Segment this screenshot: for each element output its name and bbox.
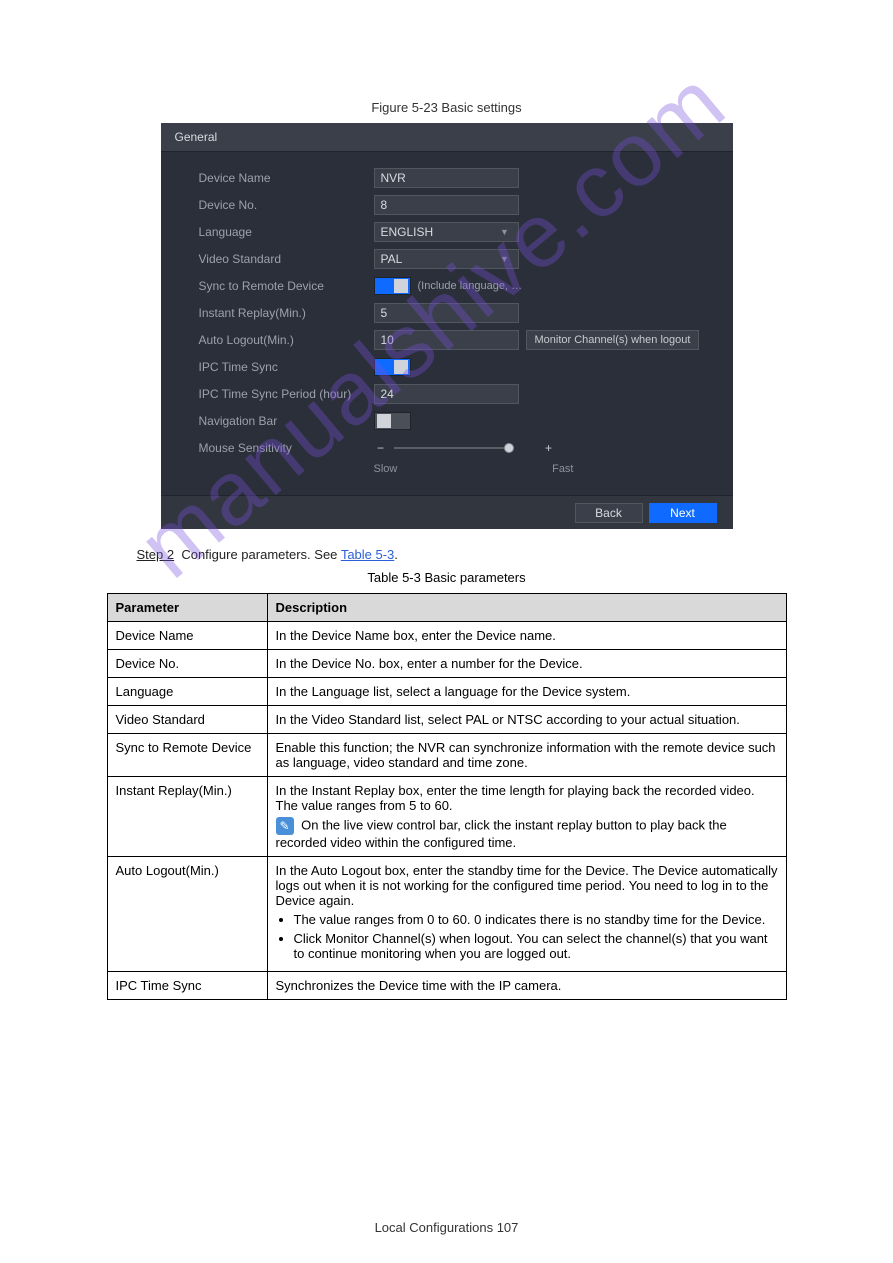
table-row: Device Name In the Device Name box, ente… [107,622,786,650]
minus-icon[interactable]: − [374,441,388,455]
plus-icon[interactable]: + [542,441,556,455]
input-auto-logout[interactable]: 10 [374,330,519,350]
toggle-sync-remote[interactable] [374,277,411,295]
panel-body: Device Name NVR Device No. 8 Language EN… [161,152,733,495]
label-ipc-time-sync-period: IPC Time Sync Period (hour) [199,387,374,401]
chevron-down-icon: ▼ [498,254,512,264]
slider-label-fast: Fast [552,463,573,475]
note-icon: ✎ [276,817,294,835]
input-instant-replay[interactable]: 5 [374,303,519,323]
table-row: IPC Time Sync Synchronizes the Device ti… [107,972,786,1000]
label-device-no: Device No. [199,198,374,212]
input-device-name[interactable]: NVR [374,168,519,188]
label-instant-replay: Instant Replay(Min.) [199,306,374,320]
select-video-standard[interactable]: PAL ▼ [374,249,519,269]
label-ipc-time-sync: IPC Time Sync [199,360,374,374]
input-ipc-time-sync-period[interactable]: 24 [374,384,519,404]
select-language[interactable]: ENGLISH ▼ [374,222,519,242]
table-caption: Table 5-3 Basic parameters [0,570,893,585]
label-sync-remote: Sync to Remote Device [199,279,374,293]
table-row: Auto Logout(Min.) In the Auto Logout box… [107,857,786,972]
panel-footer: Back Next [161,495,733,529]
page-footer: Local Configurations 107 [0,1220,893,1235]
table-row: Language In the Language list, select a … [107,678,786,706]
label-video-standard: Video Standard [199,252,374,266]
table-row: Device No. In the Device No. box, enter … [107,650,786,678]
nvr-general-panel: General Device Name NVR Device No. 8 Lan… [161,123,733,529]
label-mouse-sensitivity: Mouse Sensitivity [199,441,374,455]
basic-parameters-table: Parameter Description Device Name In the… [107,593,787,1000]
slider-label-slow: Slow [374,463,398,475]
toggle-ipc-time-sync[interactable] [374,358,411,376]
step-2-caption: Step 2 Configure parameters. See Table 5… [137,547,757,562]
table-5-3-link[interactable]: Table 5-3 [341,547,394,562]
th-description: Description [267,594,786,622]
label-auto-logout: Auto Logout(Min.) [199,333,374,347]
toggle-navigation-bar[interactable] [374,412,411,430]
figure-caption: Figure 5-23 Basic settings [0,100,893,115]
hint-sync-remote: (Include language, … [418,280,523,292]
monitor-channels-button[interactable]: Monitor Channel(s) when logout [526,330,700,350]
input-device-no[interactable]: 8 [374,195,519,215]
back-button[interactable]: Back [575,503,643,523]
table-row: Instant Replay(Min.) In the Instant Repl… [107,777,786,857]
table-row: Sync to Remote Device Enable this functi… [107,734,786,777]
label-device-name: Device Name [199,171,374,185]
table-row: Video Standard In the Video Standard lis… [107,706,786,734]
label-navigation-bar: Navigation Bar [199,414,374,428]
next-button[interactable]: Next [649,503,717,523]
slider-mouse-sensitivity[interactable] [394,441,514,455]
select-language-value: ENGLISH [381,225,434,239]
th-parameter: Parameter [107,594,267,622]
panel-title: General [161,123,733,152]
label-language: Language [199,225,374,239]
select-video-standard-value: PAL [381,252,403,266]
chevron-down-icon: ▼ [498,227,512,237]
